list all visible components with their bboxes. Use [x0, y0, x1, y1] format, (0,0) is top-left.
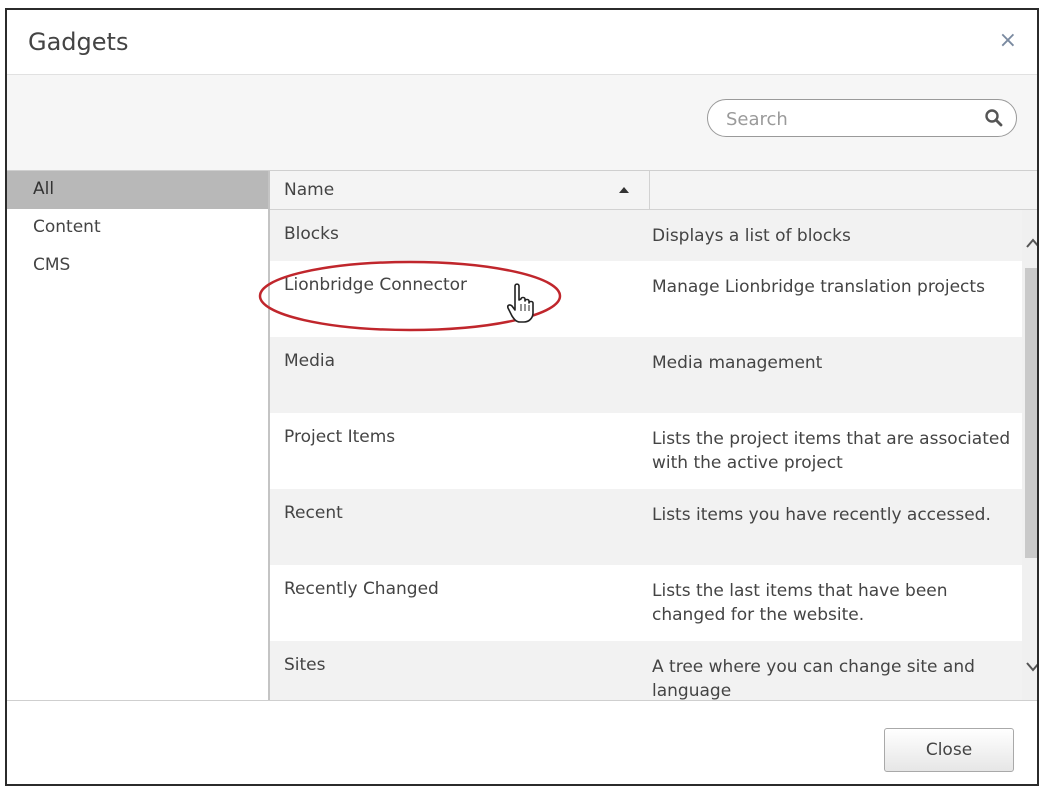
table-row[interactable]: Recently Changed Lists the last items th… — [270, 565, 1022, 641]
sidebar-item-content[interactable]: Content — [7, 209, 269, 247]
dialog-footer: Close — [7, 700, 1037, 784]
table-row[interactable]: Sites A tree where you can change site a… — [270, 641, 1022, 700]
chevron-down-icon[interactable] — [1025, 660, 1039, 674]
gadget-description: Displays a list of blocks — [652, 226, 851, 246]
column-header-name-label: Name — [284, 180, 335, 200]
chevron-up-icon[interactable] — [1025, 236, 1039, 250]
gadget-description: Lists items you have recently accessed. — [652, 505, 991, 525]
search-input[interactable] — [724, 107, 968, 131]
search-icon[interactable] — [984, 108, 1004, 128]
gadget-description: Manage Lionbridge translation projects — [652, 277, 985, 297]
gadget-name: Blocks — [284, 224, 339, 244]
category-sidebar: All Content CMS — [7, 171, 269, 700]
close-button[interactable]: Close — [884, 728, 1014, 772]
grid-rows: Blocks Displays a list of blocks Lionbri… — [270, 210, 1022, 700]
table-row[interactable]: Recent Lists items you have recently acc… — [270, 489, 1022, 565]
dialog-title: Gadgets — [28, 28, 129, 56]
gadget-name: Recently Changed — [284, 579, 439, 599]
gadget-description: Media management — [652, 353, 823, 373]
close-icon[interactable]: × — [999, 28, 1017, 53]
search-box[interactable] — [707, 99, 1017, 137]
grid-header: Name — [270, 171, 1037, 210]
grid-scrollbar[interactable] — [1022, 210, 1039, 700]
gadget-name: Project Items — [284, 427, 396, 447]
table-row[interactable]: Lionbridge Connector Manage Lionbridge t… — [270, 261, 1022, 337]
sort-ascending-icon — [619, 187, 629, 193]
gadget-grid: Name Blocks Displays a list of blocks Li… — [268, 171, 1039, 700]
gadgets-dialog: Gadgets × All Content CMS Name Blocks Di… — [5, 8, 1039, 786]
gadget-description: Lists the project items that are associa… — [652, 429, 1011, 473]
table-row[interactable]: Blocks Displays a list of blocks — [270, 210, 1022, 261]
gadget-description: Lists the last items that have been chan… — [652, 581, 948, 625]
column-header-name[interactable]: Name — [270, 171, 650, 209]
table-row[interactable]: Project Items Lists the project items th… — [270, 413, 1022, 489]
gadget-name: Recent — [284, 503, 343, 523]
dialog-title-bar: Gadgets × — [7, 10, 1037, 75]
gadget-name: Lionbridge Connector — [284, 275, 467, 295]
sidebar-item-cms[interactable]: CMS — [7, 247, 269, 285]
sidebar-item-all[interactable]: All — [7, 171, 269, 209]
gadget-description: A tree where you can change site and lan… — [652, 657, 975, 700]
gadget-name: Media — [284, 351, 336, 371]
dialog-toolbar — [7, 75, 1037, 171]
table-row[interactable]: Media Media management — [270, 337, 1022, 413]
scrollbar-thumb[interactable] — [1025, 268, 1037, 558]
gadget-name: Sites — [284, 655, 326, 675]
